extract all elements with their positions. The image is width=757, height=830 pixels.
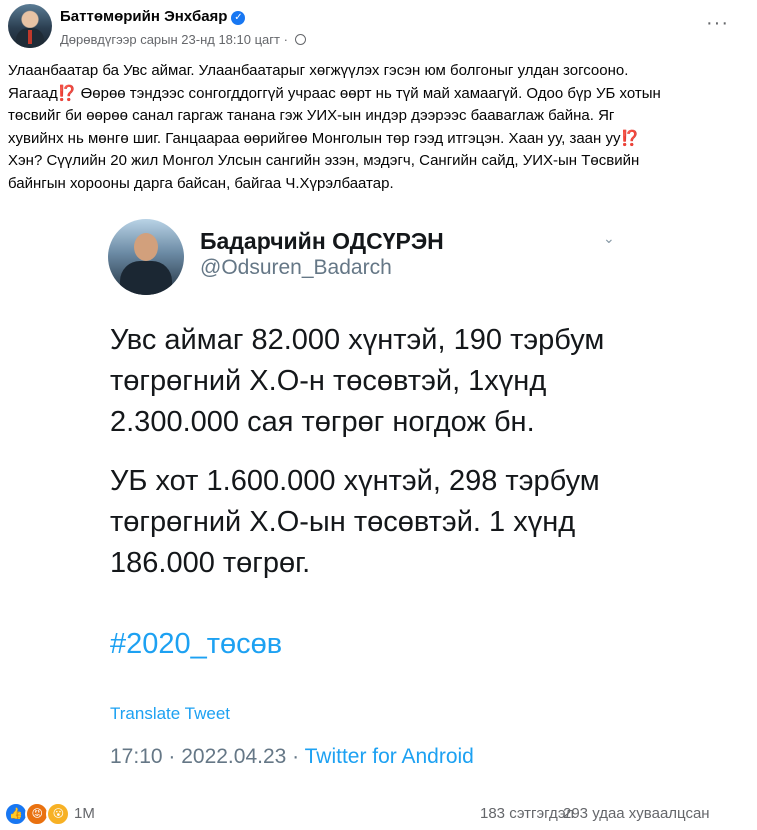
tweet-screenshot-image[interactable]: Бадарчийн ОДСҮРЭН @Odsuren_Badarch ⌄ Увс… (0, 208, 757, 800)
meta-separator: · (283, 32, 288, 47)
share-count[interactable]: 293 удаа хуваалцсан (563, 805, 710, 822)
post-text-line: хувийнх нь мөнгө шиг. Ганцаараа өөрийгөө… (8, 129, 640, 147)
post-text-line: Хэн? Сүүлийн 20 жил Монгол Улсын сангийн… (8, 152, 640, 169)
author-name-row[interactable]: Баттөмөрийн Энхбаяр ✓ (60, 8, 246, 25)
tweet-time-date: 17:10 · 2022.04.23 · (110, 745, 305, 768)
reaction-icons[interactable]: 👍 😡 😮 (4, 802, 71, 826)
tweet-avatar-body (120, 261, 172, 295)
reaction-count[interactable]: 1M (74, 805, 95, 822)
post-timestamp[interactable]: Дөрөвдүгээр сарын 23-нд 18:10 цагт (60, 32, 280, 47)
author-avatar[interactable] (8, 4, 52, 48)
comment-count[interactable]: 183 сэтгэгдэл (480, 805, 574, 822)
verified-badge-icon: ✓ (231, 11, 246, 25)
wow-reaction-icon: 😮 (46, 802, 71, 826)
tweet-caret-icon: ⌄ (603, 230, 615, 246)
post-text-line: Улаанбаатар ба Увс аймаг. Улаанбаатарыг … (8, 62, 629, 79)
post-meta: Дөрөвдүгээр сарын 23-нд 18:10 цагт · (60, 32, 306, 47)
tweet-author-avatar (108, 219, 184, 295)
author-name[interactable]: Баттөмөрийн Энхбаяр (60, 8, 227, 25)
avatar-tie (28, 30, 32, 44)
tweet-footer: 17:10 · 2022.04.23 · Twitter for Android (110, 745, 474, 769)
post-text-line: Яагаад⁉️ Өөрөө тэндээс сонгогддоггүй учр… (8, 84, 661, 102)
tweet-translate-link: Translate Tweet (110, 704, 231, 723)
post-text-line: байнгын хорооны дарга байсан, байгаа Ч.Х… (8, 174, 394, 192)
tweet-avatar-head (134, 233, 158, 261)
more-options-icon[interactable]: ··· (706, 12, 729, 35)
globe-icon (294, 34, 306, 45)
tweet-author-handle: @Odsuren_Badarch (200, 256, 392, 279)
post-text: Улаанбаатар ба Увс аймаг. Улаанбаатарыг … (8, 60, 728, 195)
post-footer: 👍 😡 😮 1M 183 сэтгэгдэл 293 удаа хуваалцс… (0, 802, 757, 830)
post-header: Баттөмөрийн Энхбаяр ✓ Дөрөвдүгээр сарын 2… (8, 4, 757, 54)
tweet-paragraph: Увс аймаг 82.000 хүнтэй, 190 тэрбум төгр… (110, 324, 605, 438)
tweet-body: Увс аймаг 82.000 хүнтэй, 190 тэрбум төгр… (110, 320, 630, 602)
tweet-paragraph: УБ хот 1.600.000 хүнтэй, 298 тэрбум төгр… (110, 465, 600, 579)
tweet-hashtag: #2020_төсөв (110, 628, 283, 660)
post-text-line: төсвийг би өөрөө санал гаргаж танана гэж… (8, 107, 615, 124)
tweet-client: Twitter for Android (304, 745, 474, 768)
tweet-author-name: Бадарчийн ОДСҮРЭН (200, 228, 444, 254)
